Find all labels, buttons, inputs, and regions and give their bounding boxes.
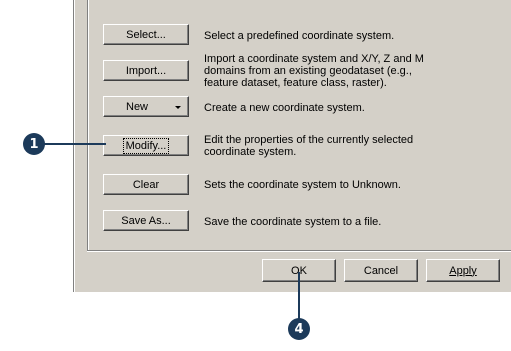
dialog-left-edge bbox=[73, 0, 75, 292]
cancel-button[interactable]: Cancel bbox=[344, 259, 418, 282]
import-button-label: Import... bbox=[125, 64, 167, 77]
callout-1-number: 1 bbox=[29, 136, 39, 152]
import-button[interactable]: Import... bbox=[103, 60, 189, 81]
apply-button[interactable]: Apply bbox=[426, 259, 500, 282]
save-as-button-label: Save As... bbox=[121, 214, 171, 227]
modify-description-line: Edit the properties of the currently sel… bbox=[204, 134, 414, 146]
import-description-line: Import a coordinate system and X/Y, Z an… bbox=[204, 53, 424, 65]
clear-button-label: Clear bbox=[132, 178, 160, 191]
apply-button-label: Apply bbox=[449, 264, 477, 277]
callout-1-leader bbox=[44, 143, 106, 145]
new-dropdown-button[interactable]: New bbox=[103, 96, 189, 117]
select-button-label: Select... bbox=[126, 28, 166, 41]
import-description: Import a coordinate system and X/Y, Z an… bbox=[204, 53, 504, 89]
select-description: Select a predefined coordinate system. bbox=[204, 30, 504, 42]
select-button[interactable]: Select... bbox=[103, 24, 189, 45]
modify-description: Edit the properties of the currently sel… bbox=[204, 134, 504, 158]
modify-button[interactable]: Modify... bbox=[103, 135, 189, 156]
callout-1-badge: 1 bbox=[23, 133, 45, 155]
new-description-line: Create a new coordinate system. bbox=[204, 102, 365, 114]
clear-description: Sets the coordinate system to Unknown. bbox=[204, 179, 504, 191]
modify-description-line: coordinate system. bbox=[204, 146, 297, 158]
new-button-label: New bbox=[126, 100, 149, 113]
clear-description-line: Sets the coordinate system to Unknown. bbox=[204, 179, 401, 191]
save-as-description-line: Save the coordinate system to a file. bbox=[204, 216, 382, 228]
save-as-button[interactable]: Save As... bbox=[103, 210, 189, 231]
modify-button-label: Modify... bbox=[122, 137, 170, 154]
select-description-line: Select a predefined coordinate system. bbox=[204, 30, 395, 42]
save-as-description: Save the coordinate system to a file. bbox=[204, 216, 504, 228]
import-description-line: feature dataset, feature class, raster). bbox=[204, 77, 387, 89]
cancel-button-label: Cancel bbox=[363, 264, 399, 277]
callout-4-leader bbox=[298, 272, 300, 320]
dropdown-arrow-icon bbox=[175, 106, 181, 109]
callout-4-badge: 4 bbox=[288, 318, 310, 340]
callout-4-number: 4 bbox=[294, 321, 304, 337]
import-description-line: domains from an existing geodataset (e.g… bbox=[204, 65, 412, 77]
clear-button[interactable]: Clear bbox=[103, 174, 189, 195]
new-description: Create a new coordinate system. bbox=[204, 102, 504, 114]
